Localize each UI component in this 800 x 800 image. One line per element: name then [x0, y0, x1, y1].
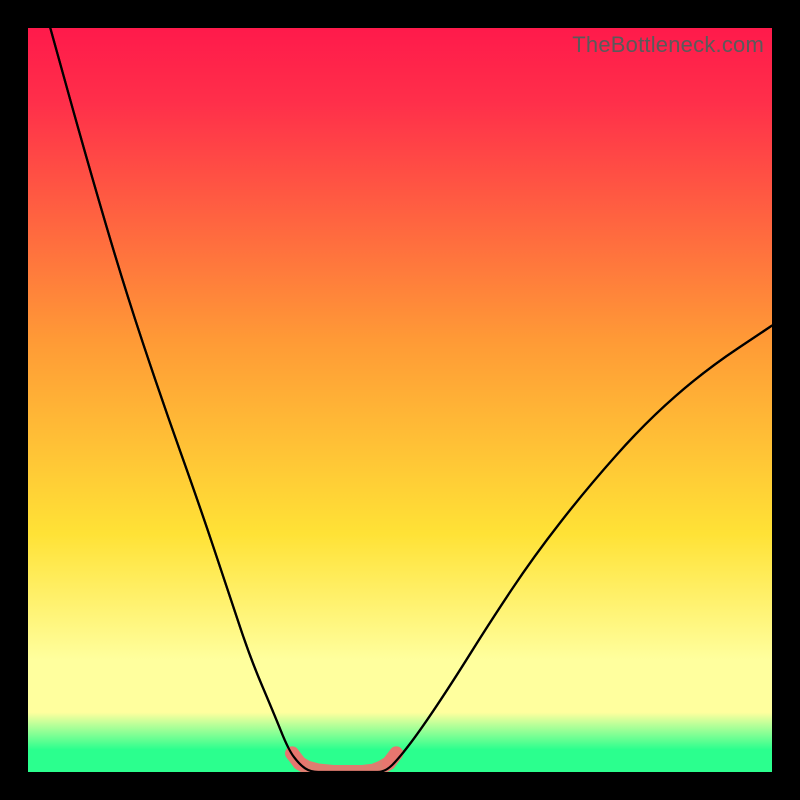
bottleneck-curve-overlay — [50, 28, 772, 772]
chart-curves — [28, 28, 772, 772]
plot-area: TheBottleneck.com — [28, 28, 772, 772]
bottleneck-curve — [50, 28, 772, 772]
chart-frame: TheBottleneck.com — [0, 0, 800, 800]
